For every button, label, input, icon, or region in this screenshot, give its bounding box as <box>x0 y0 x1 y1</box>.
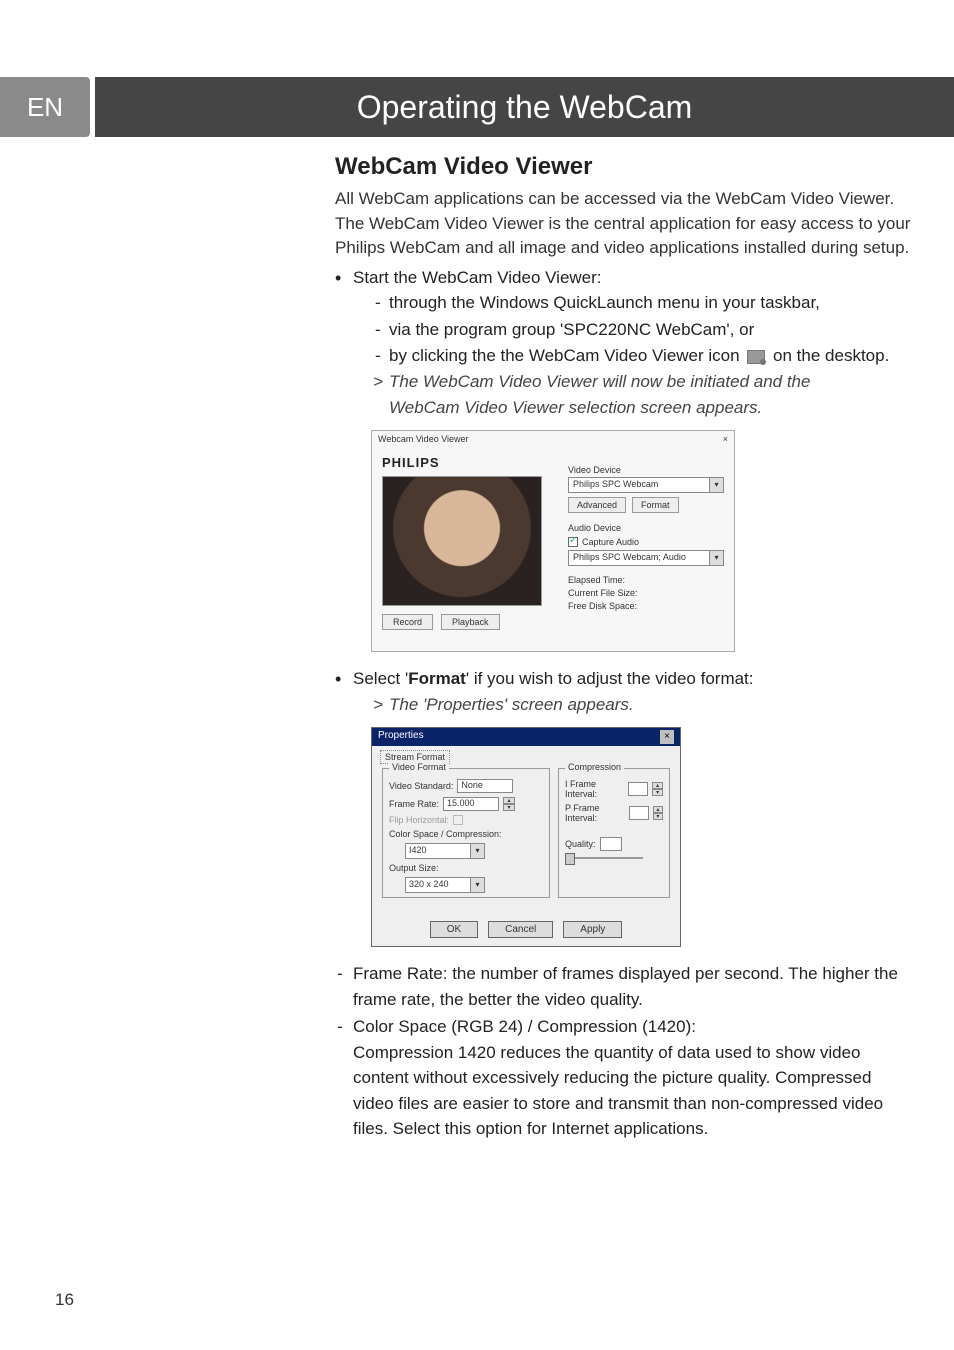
ok-button: OK <box>430 921 478 938</box>
stat-elapsed: Elapsed Time: <box>568 574 724 587</box>
sub3-part1: by clicking the the WebCam Video Viewer … <box>389 346 740 365</box>
pframe-label: P Frame Interval: <box>565 803 625 823</box>
color-space-def-label: Color Space (RGB 24) / Compression (1420… <box>353 1017 696 1036</box>
advanced-button: Advanced <box>568 497 626 513</box>
page-number: 16 <box>55 1290 74 1310</box>
section-intro: All WebCam applications can be accessed … <box>335 187 915 261</box>
capture-audio-checkbox <box>568 537 578 547</box>
colorspace-label: Color Space / Compression: <box>389 829 543 839</box>
cancel-button: Cancel <box>488 921 553 938</box>
brand-logo: PHILIPS <box>382 455 552 470</box>
colorspace-select: I420▾ <box>405 843 485 859</box>
sub-desktop-icon: by clicking the the WebCam Video Viewer … <box>353 343 915 369</box>
sub-program-group: via the program group 'SPC220NC WebCam',… <box>353 317 915 343</box>
pframe-field <box>629 806 649 820</box>
chevron-down-icon: ▾ <box>470 844 484 858</box>
quality-label: Quality: <box>565 839 596 849</box>
frame-rate-label: Frame Rate: <box>389 799 439 809</box>
format-line-pre: Select ' <box>353 669 408 688</box>
compression-group: Compression I Frame Interval:▴▾ P Frame … <box>558 768 670 898</box>
frame-rate-def-label: Frame Rate: <box>353 964 447 983</box>
flip-label: Flip Horizontal: <box>389 815 449 825</box>
stat-diskspace: Free Disk Space: <box>568 600 724 613</box>
chevron-down-icon: ▾ <box>709 551 723 565</box>
format-button: Format <box>632 497 679 513</box>
quality-field <box>600 837 622 851</box>
frame-rate-item: Frame Rate: the number of frames display… <box>335 961 915 1012</box>
format-word: Format <box>408 669 466 688</box>
output-size-label: Output Size: <box>389 863 543 873</box>
language-tab: EN <box>0 77 90 137</box>
iframe-spinner: ▴▾ <box>652 782 663 796</box>
frame-rate-field: 15.000 <box>443 797 499 811</box>
iframe-field <box>628 782 649 796</box>
stat-filesize: Current File Size: <box>568 587 724 600</box>
sub3-part2: on the desktop. <box>773 346 889 365</box>
capture-audio-label: Capture Audio <box>582 537 639 547</box>
output-size-select: 320 x 240▾ <box>405 877 485 893</box>
start-line: Start the WebCam Video Viewer: <box>353 268 602 287</box>
sub-quicklaunch: through the Windows QuickLaunch menu in … <box>353 290 915 316</box>
playback-button: Playback <box>441 614 500 630</box>
format-line-post: ' if you wish to adjust the video format… <box>466 669 754 688</box>
audio-device-label: Audio Device <box>568 523 724 533</box>
result-line-2: WebCam Video Viewer selection screen app… <box>353 395 915 421</box>
video-standard-field: None <box>457 779 513 793</box>
section-heading: WebCam Video Viewer <box>335 153 915 181</box>
video-standard-label: Video Standard: <box>389 781 453 791</box>
chevron-down-icon: ▾ <box>470 878 484 892</box>
video-preview <box>382 476 542 606</box>
iframe-label: I Frame Interval: <box>565 779 624 799</box>
viewer-title: Webcam Video Viewer <box>378 434 469 446</box>
color-space-item: Color Space (RGB 24) / Compression (1420… <box>335 1014 915 1040</box>
video-format-group-title: Video Format <box>389 762 449 772</box>
compression-item: Compression 1420 reduces the quantity of… <box>335 1040 915 1142</box>
result-line-1: >The WebCam Video Viewer will now be ini… <box>353 369 915 395</box>
compression-group-title: Compression <box>565 762 624 772</box>
compression-def-label: Compression 1420 <box>353 1043 496 1062</box>
properties-title: Properties <box>378 730 424 744</box>
record-button: Record <box>382 614 433 630</box>
main-content: WebCam Video Viewer All WebCam applicati… <box>335 153 915 1142</box>
properties-screenshot: Properties× Stream Format Video Format V… <box>371 727 681 947</box>
chevron-down-icon: ▾ <box>709 478 723 492</box>
frame-rate-spinner: ▴▾ <box>503 797 515 811</box>
quality-slider <box>565 857 643 859</box>
video-device-field: Philips SPC Webcam▾ <box>568 477 724 493</box>
video-format-group: Video Format Video Standard:None Frame R… <box>382 768 550 898</box>
flip-checkbox <box>453 815 463 825</box>
audio-device-field: Philips SPC Webcam; Audio▾ <box>568 550 724 566</box>
chapter-title: Operating the WebCam <box>95 77 954 137</box>
format-result: >The 'Properties' screen appears. <box>353 692 915 718</box>
pframe-spinner: ▴▾ <box>653 806 663 820</box>
close-icon: × <box>660 730 674 744</box>
viewer-screenshot: Webcam Video Viewer × PHILIPS Record Pla… <box>371 430 735 652</box>
webcam-viewer-icon <box>747 350 765 364</box>
apply-button: Apply <box>563 921 622 938</box>
video-device-label: Video Device <box>568 465 724 475</box>
close-icon: × <box>723 434 728 446</box>
